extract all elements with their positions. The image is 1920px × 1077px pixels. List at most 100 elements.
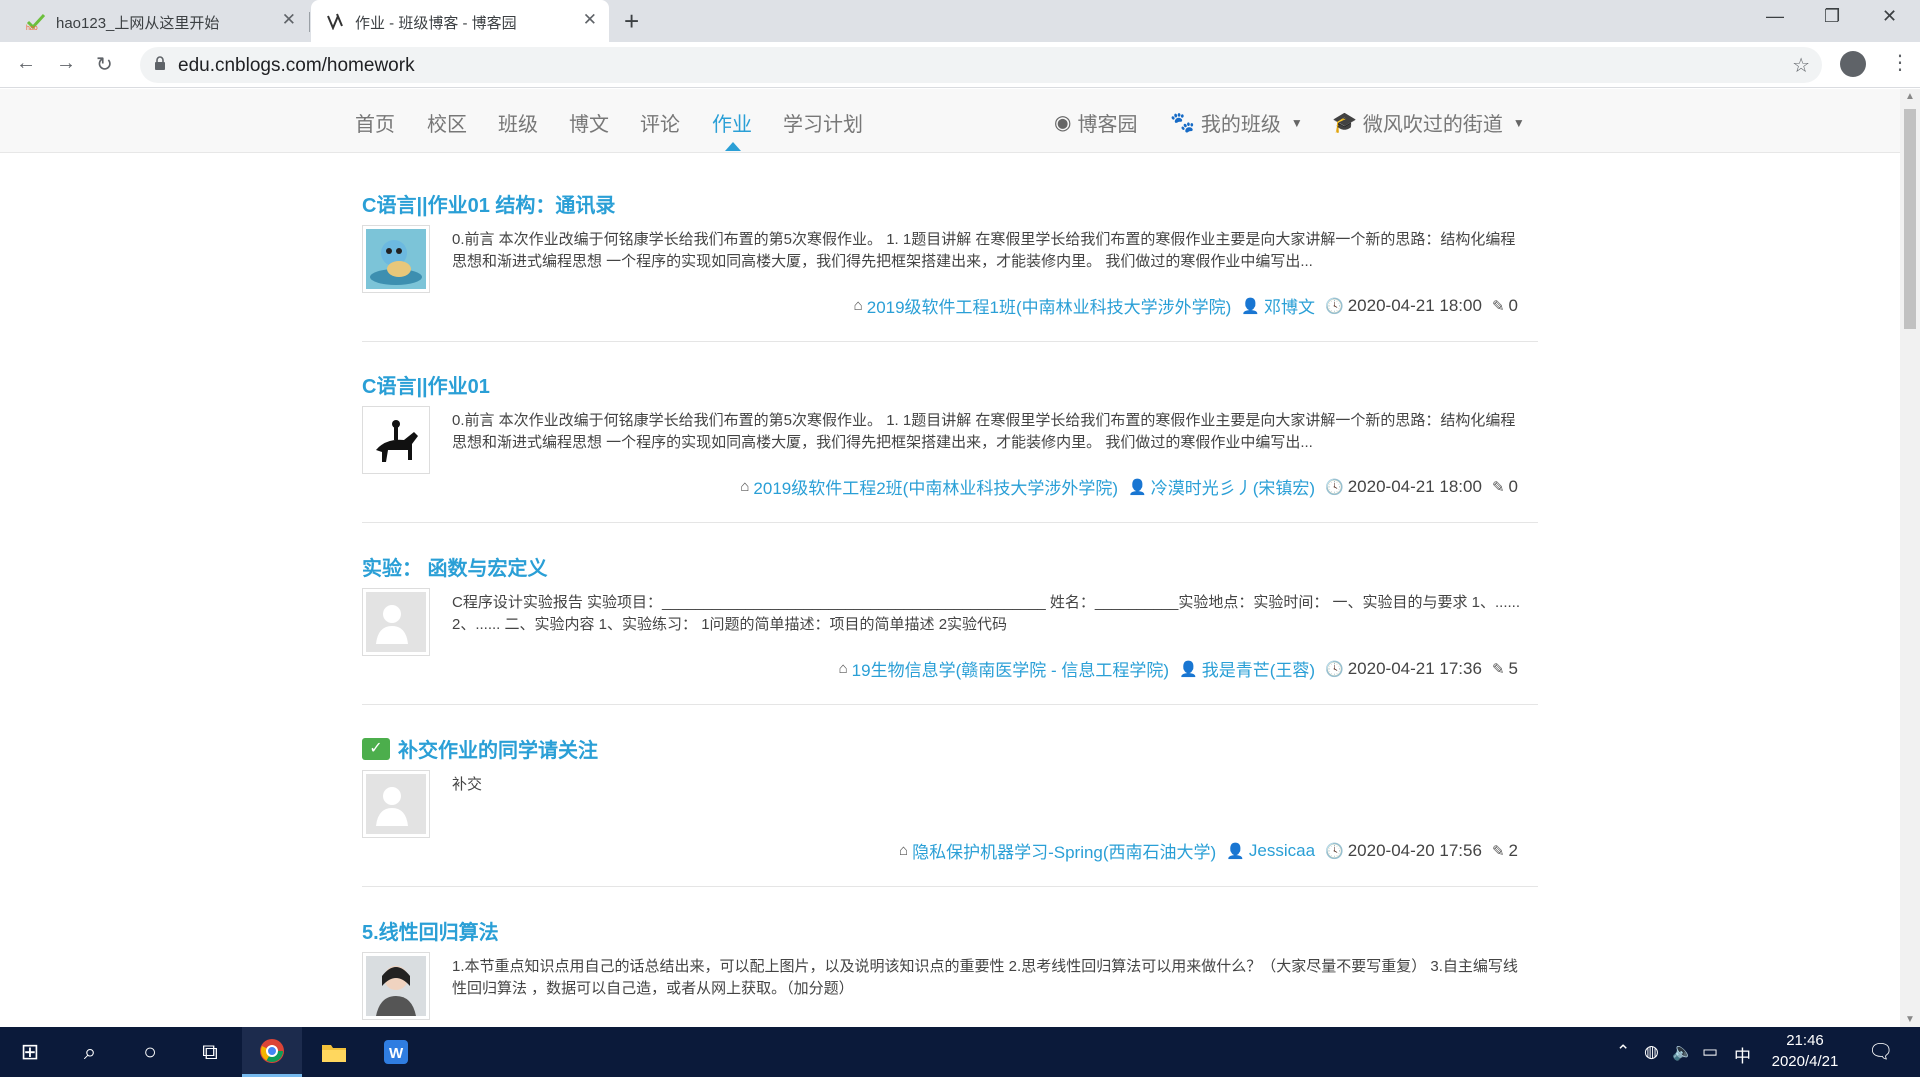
- homework-item: 5.线性回归算法 1.本节重点知识点用自己的话总结出来，可以配上图片，以及说明该…: [362, 916, 1538, 1027]
- author-link[interactable]: 我是青芒(王蓉): [1202, 656, 1315, 681]
- reload-icon[interactable]: ↻: [96, 52, 113, 77]
- homework-thumbnail[interactable]: [362, 225, 430, 293]
- author-link[interactable]: 冷漠时光彡丿(宋镇宏): [1151, 474, 1315, 499]
- cortana-circle-icon[interactable]: ○: [120, 1027, 180, 1077]
- windows-start-icon[interactable]: ⊞: [0, 1027, 60, 1077]
- ime-indicator[interactable]: 中: [1734, 1042, 1751, 1067]
- task-view-icon[interactable]: ⧉: [180, 1027, 240, 1077]
- author-link[interactable]: Jessicaa: [1249, 841, 1315, 861]
- home-icon: ⌂: [899, 842, 909, 859]
- search-icon[interactable]: ⌕: [60, 1027, 120, 1077]
- paw-icon: 🐾: [1170, 112, 1195, 134]
- homework-summary: 0.前言 本次作业改编于何铭康学长给我们布置的第5次寒假作业。 1. 1题目讲解…: [452, 231, 1516, 270]
- class-link[interactable]: 隐私保护机器学习-Spring(西南石油大学): [912, 838, 1216, 863]
- svg-text:hao: hao: [26, 25, 38, 30]
- site-navbar: 首页 校区 班级 博文 评论 作业 学习计划 ◉ 博客园 🐾 我的班级 ▼ 🎓 …: [0, 89, 1900, 153]
- class-link[interactable]: 2019级软件工程2班(中南林业科技大学涉外学院): [753, 474, 1118, 499]
- homework-thumbnail[interactable]: [362, 952, 430, 1020]
- class-link[interactable]: 2019级软件工程1班(中南林业科技大学涉外学院): [867, 293, 1232, 318]
- close-tab-icon[interactable]: ✕: [282, 10, 296, 30]
- show-hidden-icons-chevron-icon[interactable]: ⌃: [1616, 1042, 1630, 1062]
- profile-avatar-icon[interactable]: [1840, 51, 1866, 77]
- homework-thumbnail[interactable]: [362, 770, 430, 838]
- wps-logo-icon: W: [384, 1040, 408, 1064]
- clock-time: 21:46: [1786, 1032, 1824, 1049]
- bookmark-star-icon[interactable]: ☆: [1792, 53, 1810, 78]
- svg-text:W: W: [389, 1045, 404, 1062]
- wps-app-icon[interactable]: W: [366, 1027, 426, 1077]
- homework-title-link[interactable]: 实验： 函数与宏定义: [362, 552, 548, 581]
- caret-down-icon: ▼: [1290, 115, 1303, 130]
- author-link[interactable]: 邓博文: [1264, 293, 1315, 318]
- item-divider: [362, 522, 1538, 523]
- clock-icon: 🕓: [1325, 842, 1344, 860]
- browser-tab-strip: hao hao123_上网从这里开始 ✕ 作业 - 班级博客 - 博客园 ✕ +…: [0, 0, 1920, 42]
- homework-list: C语言||作业01 结构：通讯录 0.前言 本次作业改编于何铭康学长给我们布置的…: [0, 154, 1900, 1027]
- homework-thumbnail[interactable]: [362, 588, 430, 656]
- back-arrow-icon[interactable]: ←: [16, 52, 36, 75]
- scroll-up-arrow-icon[interactable]: ▲: [1905, 91, 1915, 102]
- homework-thumbnail[interactable]: [362, 406, 430, 474]
- clock-icon: 🕓: [1325, 297, 1344, 315]
- nav-study-plan[interactable]: 学习计划: [783, 108, 863, 137]
- nav-campus[interactable]: 校区: [427, 108, 467, 137]
- edit-count-icon: ✎: [1491, 842, 1505, 860]
- folder-icon: [322, 1045, 346, 1062]
- tab-separator: [309, 12, 310, 32]
- class-link[interactable]: 19生物信息学(赣南医学院 - 信息工程学院): [852, 656, 1169, 681]
- chrome-taskbar-icon[interactable]: [242, 1027, 302, 1077]
- scroll-down-arrow-icon[interactable]: ▼: [1905, 1014, 1915, 1025]
- nav-user-label: 微风吹过的街道: [1362, 114, 1503, 136]
- page-scrollbar[interactable]: ▲ ▼: [1900, 89, 1920, 1027]
- homework-title-link[interactable]: C语言||作业01 结构：通讯录: [362, 189, 615, 218]
- clock-icon: 🕓: [1325, 478, 1344, 496]
- nav-homework[interactable]: 作业: [712, 108, 752, 137]
- restore-icon[interactable]: ❐: [1824, 6, 1840, 27]
- nav-cnblogs[interactable]: ◉ 博客园: [1054, 108, 1137, 137]
- homework-item: C语言||作业01 结构：通讯录 0.前言 本次作业改编于何铭康学长给我们布置的…: [362, 189, 1538, 342]
- homework-title-link[interactable]: ✓ 补交作业的同学请关注: [362, 734, 598, 763]
- network-globe-icon[interactable]: ◍: [1644, 1042, 1659, 1062]
- homework-title-link[interactable]: C语言||作业01: [362, 370, 490, 399]
- checkmark-badge-icon: ✓: [362, 737, 390, 760]
- clock-icon: 🕓: [1325, 660, 1344, 678]
- nav-user-dropdown[interactable]: 🎓 微风吹过的街道 ▼: [1332, 108, 1525, 137]
- squirtle-avatar-icon: [366, 229, 426, 289]
- file-explorer-icon[interactable]: [304, 1027, 364, 1077]
- battery-icon[interactable]: ▭: [1702, 1042, 1718, 1062]
- homework-meta: ⌂ 2019级软件工程2班(中南林业科技大学涉外学院) 👤 冷漠时光彡丿(宋镇宏…: [740, 474, 1518, 499]
- item-divider: [362, 886, 1538, 887]
- menu-kebab-icon[interactable]: ⋮: [1890, 50, 1910, 75]
- homework-title-link[interactable]: 5.线性回归算法: [362, 916, 499, 945]
- homework-meta: ⌂ 19生物信息学(赣南医学院 - 信息工程学院) 👤 我是青芒(王蓉) 🕓 2…: [839, 656, 1518, 681]
- nav-home[interactable]: 首页: [355, 108, 395, 137]
- address-bar[interactable]: edu.cnblogs.com/homework ☆: [140, 47, 1822, 83]
- nav-my-class-dropdown[interactable]: 🐾 我的班级 ▼: [1170, 108, 1303, 137]
- tab-title: hao123_上网从这里开始: [56, 15, 220, 32]
- homework-title-text: 补交作业的同学请关注: [398, 740, 598, 762]
- nav-comments[interactable]: 评论: [640, 108, 680, 137]
- home-icon: ⌂: [853, 297, 863, 314]
- volume-speaker-icon[interactable]: 🔈: [1672, 1042, 1693, 1062]
- cnblogs-logo-icon: ◉: [1054, 112, 1072, 134]
- new-tab-plus-icon[interactable]: +: [624, 6, 639, 37]
- scrollbar-thumb[interactable]: [1904, 109, 1916, 329]
- homework-meta: ⌂ 2019级软件工程1班(中南林业科技大学涉外学院) 👤 邓博文 🕓 2020…: [854, 293, 1518, 318]
- browser-tab-homework[interactable]: 作业 - 班级博客 - 博客园 ✕: [311, 0, 609, 42]
- post-time: 2020-04-21 17:36: [1347, 658, 1482, 678]
- homework-summary: 1.本节重点知识点用自己的话总结出来，可以配上图片，以及说明该知识点的重要性 2…: [452, 958, 1518, 997]
- minimize-icon[interactable]: —: [1766, 6, 1784, 27]
- edit-count-icon: ✎: [1491, 297, 1505, 315]
- item-divider: [362, 341, 1538, 342]
- close-window-icon[interactable]: ✕: [1882, 6, 1897, 27]
- windows-taskbar: ⊞ ⌕ ○ ⧉ W ⌃ ◍ 🔈 ▭ 中 21:46 2020/4/21 🗨: [0, 1027, 1920, 1077]
- browser-tab-hao123[interactable]: hao hao123_上网从这里开始 ✕: [12, 0, 308, 42]
- nav-class[interactable]: 班级: [498, 108, 538, 137]
- forward-arrow-icon[interactable]: →: [56, 52, 76, 75]
- caret-down-icon: ▼: [1512, 115, 1525, 130]
- notification-center-icon[interactable]: 🗨: [1868, 1039, 1893, 1064]
- nav-posts[interactable]: 博文: [569, 108, 609, 137]
- user-icon: 👤: [1226, 842, 1245, 860]
- system-clock[interactable]: 21:46 2020/4/21: [1760, 1030, 1850, 1072]
- close-tab-icon[interactable]: ✕: [583, 10, 597, 30]
